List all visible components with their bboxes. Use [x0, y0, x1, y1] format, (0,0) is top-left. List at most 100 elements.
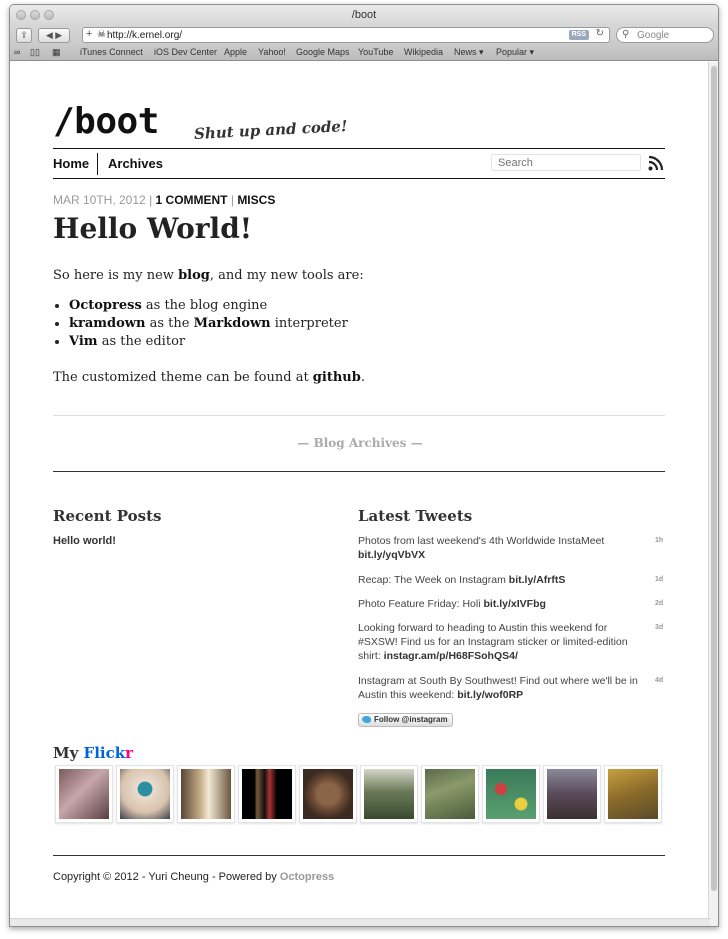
browser-toolbar: ⇪ ◀ ▶ + ☠ http://k.ernel.org/ RSS ↻ ⚲ Go…: [10, 25, 718, 45]
tweet-item: Recap: The Week on Instagram bit.ly/Afrf…: [358, 573, 648, 587]
tools-list: Octopress as the blog engine kramdown as…: [69, 297, 653, 351]
footer: Copyright © 2012 - Yuri Cheung - Powered…: [53, 871, 334, 883]
tweet-item: Photo Feature Friday: Holi bit.ly/xIVFbg: [358, 597, 648, 611]
twitter-bird-icon: [362, 716, 371, 723]
site-search-input[interactable]: [491, 154, 641, 171]
scrollbar-thumb[interactable]: [711, 66, 717, 891]
title-bar: /boot: [10, 5, 718, 25]
list-item: Vim as the editor: [69, 333, 653, 351]
flickr-photo[interactable]: [238, 765, 296, 823]
vim-link[interactable]: Vim: [69, 334, 98, 349]
tweet-age[interactable]: 2d: [655, 600, 663, 607]
post-intro: So here is my new blog, and my new tools…: [53, 267, 653, 285]
rss-feed-icon[interactable]: [648, 155, 664, 171]
bookmarks-bar: ∞ ▯▯ ▦ iTunes Connect iOS Dev Center App…: [10, 45, 718, 61]
share-icon[interactable]: ⇪: [16, 28, 32, 43]
site-tagline: Shut up and code!: [193, 116, 348, 144]
post-title[interactable]: Hello World!: [53, 212, 252, 245]
browser-search-field[interactable]: ⚲ Google: [616, 27, 714, 43]
page-content: /boot Shut up and code! Home Archives MA…: [10, 62, 710, 926]
github-link[interactable]: github: [313, 370, 361, 385]
tweet-link[interactable]: bit.ly/yqVbVX: [358, 549, 425, 561]
bookmark-apple[interactable]: Apple: [224, 47, 247, 57]
post-intro-text: , and my new tools are:: [209, 268, 364, 283]
post-category-link[interactable]: MISCS: [237, 193, 275, 207]
list-item: kramdown as the Markdown interpreter: [69, 315, 653, 333]
copyright-text: Copyright © 2012 - Yuri Cheung - Powered…: [53, 871, 280, 883]
tweet-age[interactable]: 1d: [655, 576, 663, 583]
flickr-photo[interactable]: [421, 765, 479, 823]
tweet-link[interactable]: bit.ly/wof0RP: [457, 689, 523, 701]
bookmark-ios-dev-center[interactable]: iOS Dev Center: [154, 47, 217, 57]
bookmarks-book-icon[interactable]: ▯▯: [30, 47, 40, 58]
nav-home-link[interactable]: Home: [53, 156, 89, 171]
back-icon[interactable]: ◀: [46, 30, 53, 40]
latest-tweets-heading: Latest Tweets: [358, 507, 473, 525]
tweet-age[interactable]: 3d: [655, 624, 663, 631]
bookmark-news-menu[interactable]: News ▾: [454, 47, 484, 58]
horizontal-scrollbar[interactable]: [10, 918, 710, 926]
blog-link[interactable]: blog: [178, 268, 210, 283]
site-favicon-icon: ☠: [97, 29, 106, 40]
tweet-item: Looking forward to heading to Austin thi…: [358, 621, 648, 663]
tweet-link[interactable]: instagr.am/p/H68FSohQS4/: [384, 650, 518, 662]
bookmark-wikipedia[interactable]: Wikipedia: [404, 47, 443, 57]
url-text[interactable]: http://k.ernel.org/: [107, 30, 182, 41]
flickr-photo[interactable]: [177, 765, 235, 823]
blog-archives-link[interactable]: — Blog Archives —: [10, 436, 710, 450]
flickr-photo[interactable]: [482, 765, 540, 823]
octopress-footer-link[interactable]: Octopress: [280, 871, 334, 883]
reading-list-icon[interactable]: ∞: [14, 47, 20, 57]
post-comments-link[interactable]: 1 COMMENT: [156, 193, 228, 207]
browser-window: /boot ⇪ ◀ ▶ + ☠ http://k.ernel.org/ RSS …: [9, 4, 719, 927]
header-divider: [53, 148, 665, 149]
follow-instagram-button[interactable]: Follow @instagram: [358, 713, 453, 727]
post-theme-text: .: [360, 370, 365, 385]
browser-search-placeholder: Google: [637, 30, 670, 41]
rss-badge[interactable]: RSS: [568, 30, 589, 40]
bookmark-google-maps[interactable]: Google Maps: [296, 47, 350, 57]
nav-divider: [97, 153, 98, 175]
post-theme-text: The customized theme can be found at: [53, 370, 313, 385]
flickr-photo[interactable]: [55, 765, 113, 823]
list-item-text: as the editor: [97, 334, 186, 349]
flickr-photo[interactable]: [543, 765, 601, 823]
tweet-age[interactable]: 1h: [655, 537, 663, 544]
add-bookmark-icon[interactable]: +: [86, 28, 92, 40]
tweet-item: Instagram at South By Southwest! Find ou…: [358, 674, 648, 702]
vertical-scrollbar[interactable]: [708, 62, 718, 926]
flickr-heading: My Flickr: [53, 744, 133, 762]
flickr-photo[interactable]: [299, 765, 357, 823]
post-divider: [53, 415, 665, 416]
flickr-logo-text: Flick: [83, 744, 126, 762]
octopress-link[interactable]: Octopress: [69, 298, 142, 313]
flickr-photo[interactable]: [604, 765, 662, 823]
forward-icon[interactable]: ▶: [55, 30, 62, 40]
post-meta: MAR 10TH, 2012 | 1 COMMENT | MISCS: [53, 193, 275, 207]
nav-archives-link[interactable]: Archives: [108, 156, 163, 171]
back-forward-buttons[interactable]: ◀ ▶: [38, 28, 70, 43]
bookmark-itunes-connect[interactable]: iTunes Connect: [80, 47, 143, 57]
post-body: So here is my new blog, and my new tools…: [53, 267, 653, 387]
kramdown-link[interactable]: kramdown: [69, 316, 145, 331]
flickr-photo[interactable]: [360, 765, 418, 823]
list-item-text: as the: [145, 316, 194, 331]
flickr-photo[interactable]: [116, 765, 174, 823]
tweet-link[interactable]: bit.ly/AfrftS: [509, 574, 566, 586]
site-title[interactable]: /boot: [53, 101, 159, 142]
recent-post-link[interactable]: Hello world!: [53, 535, 116, 547]
list-item-text: interpreter: [270, 316, 348, 331]
bookmark-popular-menu[interactable]: Popular ▾: [496, 47, 534, 58]
post-theme-note: The customized theme can be found at git…: [53, 369, 653, 387]
list-item: Octopress as the blog engine: [69, 297, 653, 315]
address-bar[interactable]: + ☠ http://k.ernel.org/ RSS ↻: [82, 27, 610, 43]
tweet-text: Photos from last weekend's 4th Worldwide…: [358, 535, 605, 547]
markdown-link[interactable]: Markdown: [194, 316, 271, 331]
bookmark-youtube[interactable]: YouTube: [358, 47, 393, 57]
top-sites-grid-icon[interactable]: ▦: [52, 47, 61, 58]
follow-button-label: Follow @instagram: [374, 715, 448, 724]
tweet-age[interactable]: 4d: [655, 677, 663, 684]
bookmark-yahoo[interactable]: Yahoo!: [258, 47, 286, 57]
reload-icon[interactable]: ↻: [596, 28, 604, 39]
tweet-link[interactable]: bit.ly/xIVFbg: [483, 598, 545, 610]
